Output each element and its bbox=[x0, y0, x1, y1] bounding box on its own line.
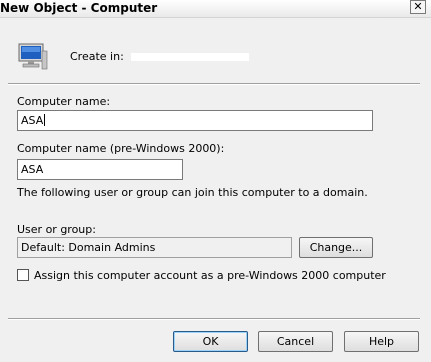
user-group-label: User or group: bbox=[17, 223, 96, 236]
assign-pre2000-label[interactable]: Assign this computer account as a pre-Wi… bbox=[34, 269, 386, 282]
close-button[interactable]: ✕ bbox=[410, 0, 426, 14]
text-caret bbox=[44, 114, 46, 126]
window-title: New Object - Computer bbox=[0, 1, 158, 15]
help-button[interactable]: Help bbox=[344, 331, 419, 352]
close-icon: ✕ bbox=[413, 0, 423, 13]
computer-icon bbox=[18, 43, 48, 70]
separator bbox=[8, 318, 420, 320]
ok-button[interactable]: OK bbox=[173, 331, 248, 352]
computer-name-label: Computer name: bbox=[17, 95, 111, 108]
pre2000-name-input[interactable]: ASA bbox=[17, 159, 183, 180]
create-in-label: Create in: bbox=[70, 50, 124, 63]
separator bbox=[8, 83, 420, 85]
pre2000-name-value: ASA bbox=[21, 163, 44, 176]
cancel-button[interactable]: Cancel bbox=[258, 331, 333, 352]
redacted-path bbox=[131, 53, 249, 61]
computer-name-input[interactable]: ASA bbox=[17, 110, 373, 131]
pre2000-name-label: Computer name (pre-Windows 2000): bbox=[17, 142, 225, 155]
join-info-text: The following user or group can join thi… bbox=[17, 186, 368, 199]
computer-name-value: ASA bbox=[21, 114, 44, 127]
user-group-field: Default: Domain Admins bbox=[17, 237, 292, 258]
change-button[interactable]: Change... bbox=[299, 237, 373, 258]
user-group-value: Default: Domain Admins bbox=[21, 241, 156, 254]
title-bar: New Object - Computer ✕ bbox=[0, 0, 431, 18]
assign-pre2000-checkbox[interactable] bbox=[17, 269, 29, 281]
